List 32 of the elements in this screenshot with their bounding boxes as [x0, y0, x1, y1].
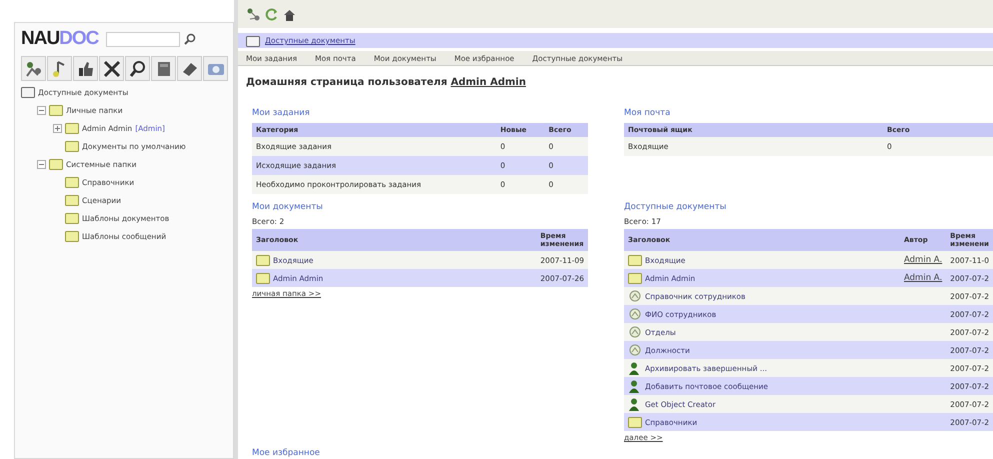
folder-icon	[65, 230, 79, 242]
logo: NAUDOC	[21, 28, 98, 50]
network-icon[interactable]	[246, 6, 261, 22]
folder-icon	[65, 140, 79, 152]
folder-icon	[628, 272, 642, 284]
folder-icon	[246, 34, 260, 46]
section-title[interactable]: Мои задания	[252, 108, 588, 118]
folder-icon	[49, 158, 63, 170]
folder-icon	[49, 104, 63, 116]
person-icon	[628, 380, 642, 392]
folder-icon	[21, 86, 35, 98]
folder-icon	[65, 212, 79, 224]
person-icon	[628, 398, 642, 410]
folder-icon	[65, 176, 79, 188]
section-title[interactable]: Моя почта	[624, 108, 993, 118]
folder-icon	[628, 416, 642, 428]
person-icon	[628, 362, 642, 374]
search-field[interactable]	[106, 32, 180, 46]
folder-icon	[65, 122, 79, 134]
search-icon[interactable]	[184, 33, 196, 45]
collapse-icon[interactable]	[37, 160, 46, 168]
section-title[interactable]: Доступные документы	[624, 202, 993, 212]
folder-icon	[256, 254, 270, 266]
folder-icon	[65, 194, 79, 206]
folder-icon	[628, 254, 642, 266]
folder-icon	[256, 272, 270, 284]
collapse-icon[interactable]	[37, 106, 46, 114]
expand-icon[interactable]	[53, 124, 62, 132]
section-title[interactable]: Мое избранное	[252, 448, 993, 459]
page-heading: Домашняя страница пользователя Admin Admin	[245, 76, 527, 88]
user-link[interactable]: Admin Admin	[450, 77, 526, 88]
section-title[interactable]: Мои документы	[252, 202, 588, 212]
